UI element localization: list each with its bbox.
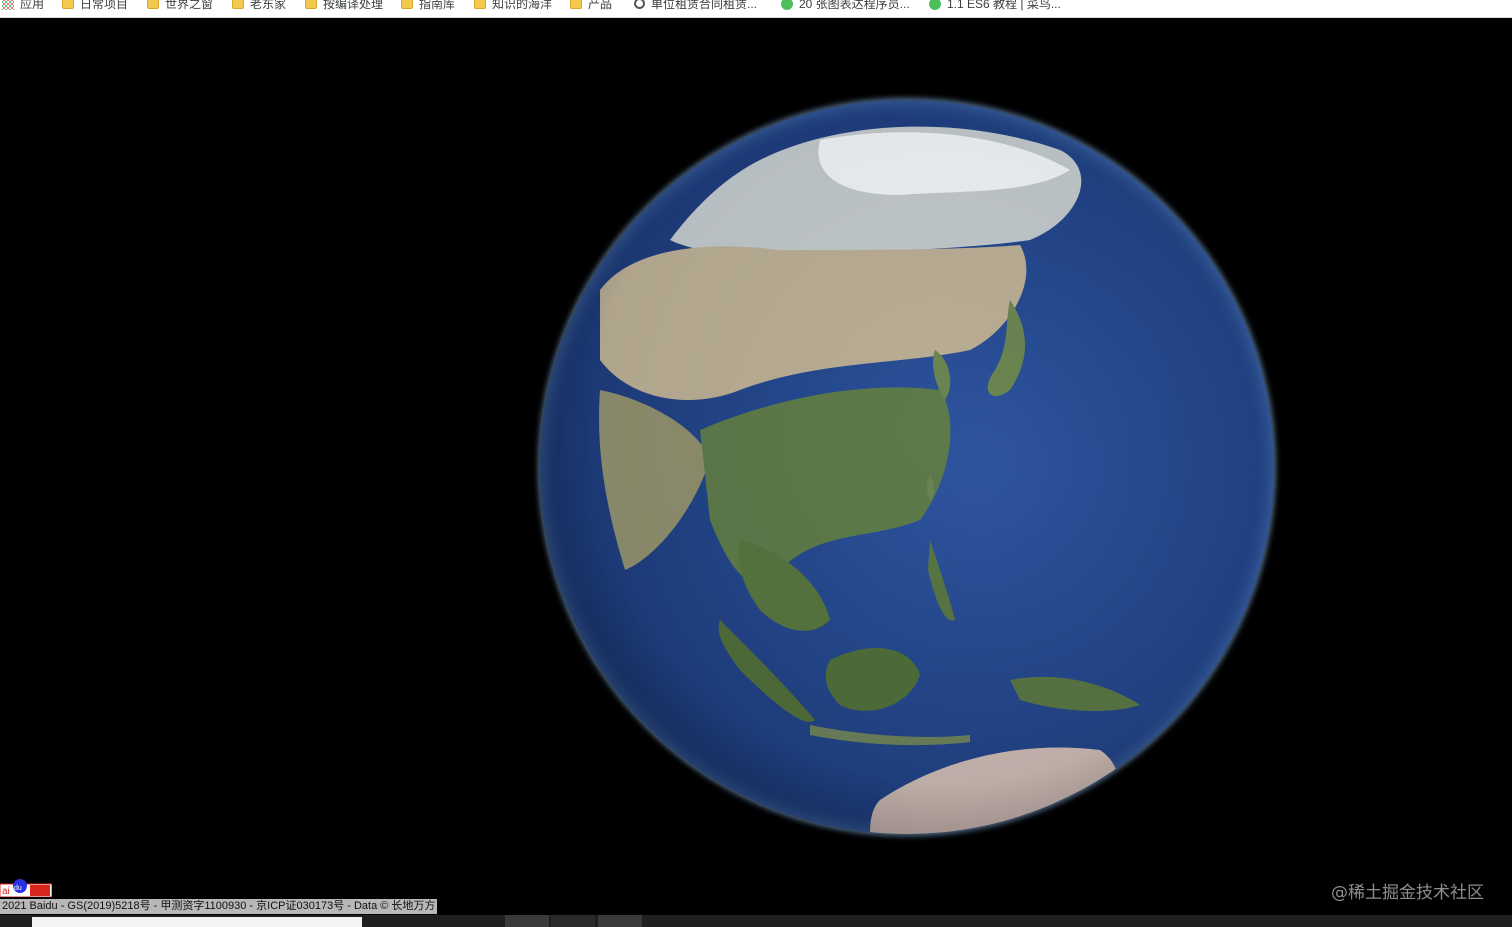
bookmark-label: 单位租赁合同租赁... [651, 0, 758, 11]
apps-icon [2, 0, 14, 10]
map-copyright: 2021 Baidu - GS(2019)5218号 - 甲测资字1100930… [0, 899, 438, 914]
bookmarks-bar: 应用 日常项目 世界之窗 老东家 按编译处理 指南库 知识的海洋 产品 单位租赁… [0, 0, 1512, 18]
bookmark-label: 产品 [588, 0, 613, 11]
taskbar-search-box[interactable] [32, 917, 362, 927]
bookmark-label: 应用 [20, 0, 45, 11]
wechat-icon [781, 0, 793, 10]
taskbar-app-chrome[interactable] [505, 915, 549, 927]
folder-icon [401, 0, 413, 9]
folder-icon [305, 0, 317, 9]
bookmark-folder[interactable]: 产品 [570, 0, 612, 12]
bookmark-label: 20 张图表达程序员... [799, 0, 910, 11]
taskbar [0, 915, 1512, 927]
wechat-icon [929, 0, 941, 10]
taskbar-app-editor[interactable] [598, 915, 642, 927]
baidu-paw-icon: ai du [0, 879, 53, 898]
svg-text:ai: ai [2, 886, 10, 897]
folder-icon [474, 0, 486, 9]
baidu-map-logo[interactable]: ai du [0, 878, 53, 898]
bookmark-link[interactable]: 1.1 ES6 教程 | 菜鸟... [929, 0, 1061, 12]
bookmark-label: 世界之窗 [165, 0, 214, 11]
bookmark-label: 日常项目 [80, 0, 129, 11]
bookmark-apps[interactable]: 应用 [2, 0, 44, 12]
bookmark-folder[interactable]: 知识的海洋 [474, 0, 552, 12]
bookmark-label: 老东家 [250, 0, 287, 11]
folder-icon [232, 0, 244, 9]
folder-icon [62, 0, 74, 9]
globe-surface [540, 100, 1274, 834]
map-viewport[interactable] [0, 18, 1512, 915]
bookmark-folder[interactable]: 日常项目 [62, 0, 128, 12]
bookmark-folder[interactable]: 按编译处理 [305, 0, 383, 12]
svg-text:du: du [14, 885, 22, 892]
bookmark-folder[interactable]: 指南库 [401, 0, 455, 12]
bookmark-label: 知识的海洋 [492, 0, 553, 11]
watermark: @稀土掘金技术社区 [1331, 883, 1484, 903]
bookmark-folder[interactable]: 世界之窗 [147, 0, 213, 12]
bookmark-link[interactable]: 单位租赁合同租赁... [634, 0, 757, 12]
bookmark-label: 指南库 [419, 0, 456, 11]
bookmark-label: 按编译处理 [323, 0, 384, 11]
folder-icon [570, 0, 582, 9]
bookmark-link[interactable]: 20 张图表达程序员... [781, 0, 910, 12]
earth-globe[interactable] [540, 100, 1274, 834]
link-icon [634, 0, 645, 9]
taskbar-app-explorer[interactable] [551, 915, 595, 927]
bookmark-label: 1.1 ES6 教程 | 菜鸟... [947, 0, 1061, 11]
bookmark-folder[interactable]: 老东家 [232, 0, 286, 12]
folder-icon [147, 0, 159, 9]
